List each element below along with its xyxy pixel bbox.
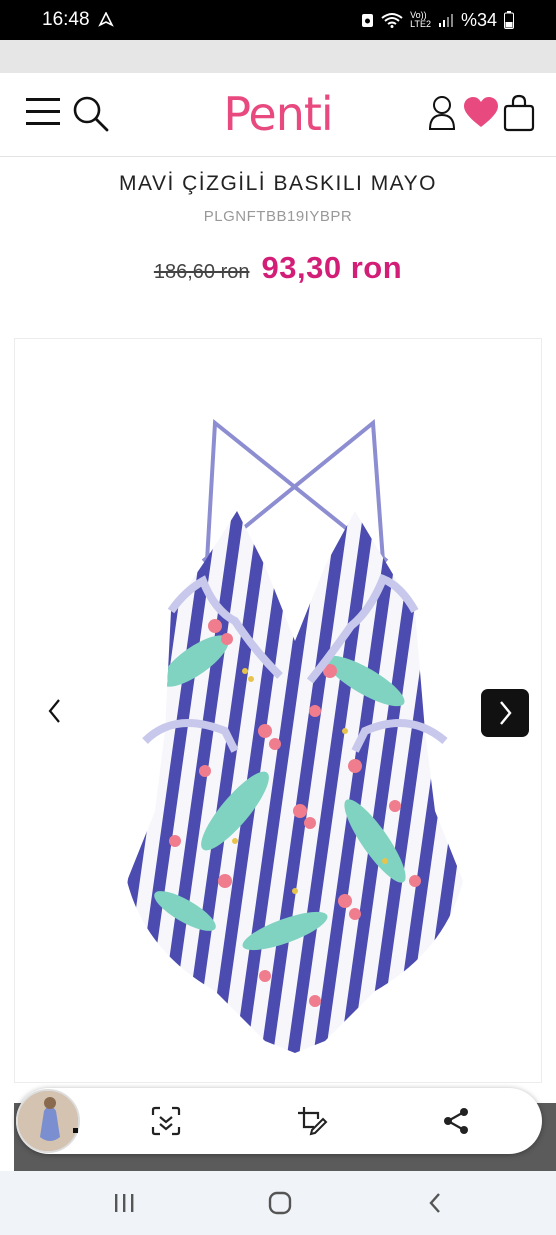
status-left: 16:48 [42,9,114,31]
price-row: 186,60 ron 93,30 ron [0,250,556,286]
sync-icon [362,14,374,27]
wifi-icon [381,13,403,28]
share-icon[interactable] [440,1105,472,1137]
old-price: 186,60 ron [153,261,250,283]
system-nav-bar [0,1171,556,1235]
chevron-left-icon[interactable] [39,689,69,733]
network-label: Vo)) LTE2 [410,11,431,29]
sale-price: 93,30 ron [261,250,403,285]
chevron-right-icon [500,701,512,725]
heart-icon[interactable] [464,97,498,129]
battery-percent: %34 [460,9,497,30]
crop-edit-icon[interactable] [296,1105,328,1137]
browser-toolbar-band [0,40,556,73]
battery-icon [504,11,514,29]
recents-icon[interactable] [110,1189,138,1217]
home-icon[interactable] [266,1189,294,1217]
product-gallery[interactable] [14,338,542,1083]
back-icon[interactable] [422,1189,450,1217]
scan-icon[interactable] [150,1105,182,1137]
thumbnail-image [18,1091,78,1151]
navigation-status-icon [97,12,114,27]
swimsuit-image[interactable] [115,411,475,1061]
next-image-button[interactable] [481,689,529,737]
thumbnail-indicator [73,1128,78,1133]
screenshot-thumbnail[interactable] [16,1089,80,1153]
status-bar: 16:48 Vo)) LTE2 %34 [0,0,556,40]
signal-icon [438,14,453,27]
user-icon[interactable] [428,95,456,131]
bag-icon[interactable] [503,94,535,132]
capture-toolbar [16,1088,542,1154]
product-title: MAVİ ÇİZGİLİ BASKILI MAYO [119,172,437,195]
network-bottom: LTE2 [410,19,431,29]
status-right: Vo)) LTE2 %34 [361,10,514,31]
status-time: 16:48 [42,9,90,30]
product-code: PLGNFTBB19IYBPR [203,208,353,225]
site-header: Penti [0,73,556,157]
